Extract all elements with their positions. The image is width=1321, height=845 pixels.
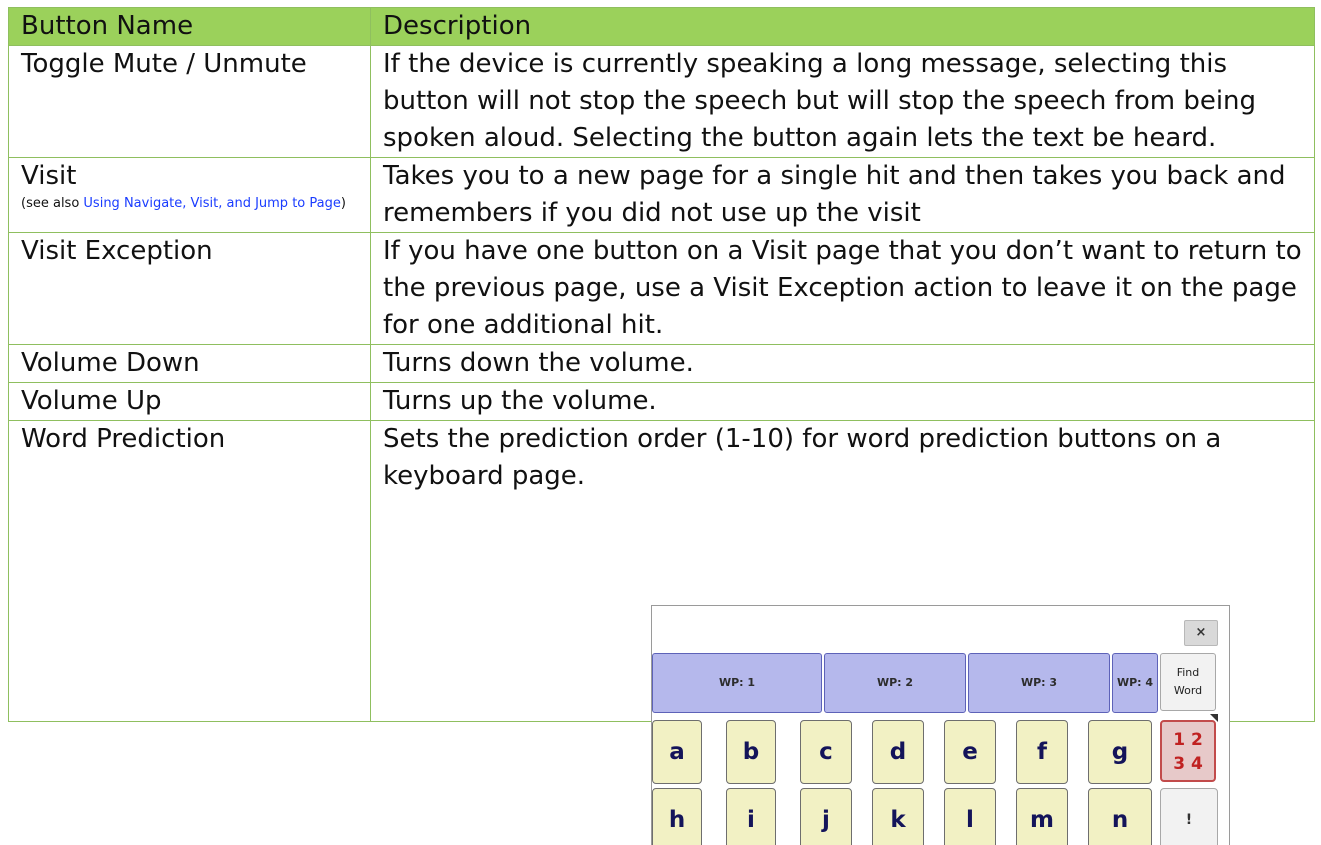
key-exclamation[interactable]: !	[1160, 788, 1218, 845]
row-name: Volume Down	[8, 344, 371, 383]
key-g[interactable]: g	[1088, 720, 1152, 784]
row-name: Visit	[21, 161, 77, 191]
row-description: Turns down the volume.	[370, 344, 1315, 383]
key-m[interactable]: m	[1016, 788, 1068, 845]
row-name: Word Prediction	[8, 420, 371, 722]
row-name-cell: Visit (see also Using Navigate, Visit, a…	[8, 157, 371, 233]
see-also-note: (see also Using Navigate, Visit, and Jum…	[21, 195, 358, 212]
key-e[interactable]: e	[944, 720, 996, 784]
row-name: Toggle Mute / Unmute	[8, 45, 371, 158]
table-row: Volume Down Turns down the volume.	[8, 344, 1315, 383]
key-i[interactable]: i	[726, 788, 776, 845]
see-also-suffix: )	[340, 196, 346, 211]
header-button-name: Button Name	[8, 7, 371, 46]
key-d[interactable]: d	[872, 720, 924, 784]
wp-button-2[interactable]: WP: 2	[824, 653, 966, 713]
key-j[interactable]: j	[800, 788, 852, 845]
key-b[interactable]: b	[726, 720, 776, 784]
see-also-prefix: (see also	[21, 196, 84, 211]
wp-button-3[interactable]: WP: 3	[968, 653, 1110, 713]
row-description: Takes you to a new page for a single hit…	[370, 157, 1315, 233]
find-word-button[interactable]: Find Word	[1160, 653, 1216, 711]
row-name: Volume Up	[8, 382, 371, 421]
key-n[interactable]: n	[1088, 788, 1152, 845]
key-f[interactable]: f	[1016, 720, 1068, 784]
see-also-link[interactable]: Using Navigate, Visit, and Jump to Page	[83, 196, 340, 211]
find-word-line1: Find	[1176, 666, 1200, 679]
word-prediction-screenshot: × WP: 1 WP: 2 WP: 3 WP: 4 Find Word a b …	[651, 605, 1230, 845]
key-h[interactable]: h	[652, 788, 702, 845]
find-word-line2: Word	[1173, 684, 1203, 697]
key-a[interactable]: a	[652, 720, 702, 784]
table-row: Toggle Mute / Unmute If the device is cu…	[8, 45, 1315, 158]
key-c[interactable]: c	[800, 720, 852, 784]
wp-button-1[interactable]: WP: 1	[652, 653, 822, 713]
key-k[interactable]: k	[872, 788, 924, 845]
table-header-row: Button Name Description	[8, 7, 1315, 46]
close-icon[interactable]: ×	[1184, 620, 1218, 646]
wp-button-4[interactable]: WP: 4	[1112, 653, 1158, 713]
numbers-key[interactable]: 1 2 3 4	[1160, 720, 1216, 782]
header-description: Description	[370, 7, 1315, 46]
numbers-key-bottom: 3 4	[1173, 754, 1203, 774]
row-name: Visit Exception	[8, 232, 371, 345]
row-description: If the device is currently speaking a lo…	[370, 45, 1315, 158]
table-row: Visit (see also Using Navigate, Visit, a…	[8, 157, 1315, 233]
table-row: Volume Up Turns up the volume.	[8, 382, 1315, 421]
key-l[interactable]: l	[944, 788, 996, 845]
table-row: Visit Exception If you have one button o…	[8, 232, 1315, 345]
row-description: If you have one button on a Visit page t…	[370, 232, 1315, 345]
row-description: Turns up the volume.	[370, 382, 1315, 421]
numbers-key-top: 1 2	[1173, 730, 1203, 750]
